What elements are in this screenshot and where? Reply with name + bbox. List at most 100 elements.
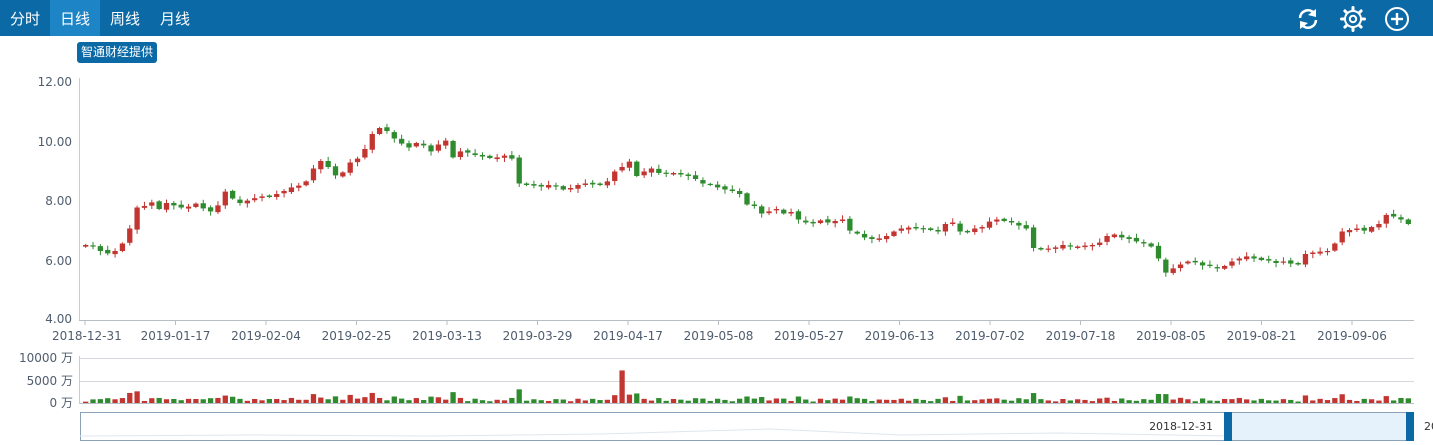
candle-body bbox=[1368, 227, 1375, 232]
volume-bar bbox=[369, 392, 375, 403]
candle-body bbox=[1251, 256, 1257, 259]
candle-body bbox=[1280, 261, 1287, 263]
volume-bar bbox=[428, 396, 434, 403]
volume-bar bbox=[891, 399, 897, 403]
volume-bar bbox=[1155, 393, 1162, 403]
volume-bar bbox=[1376, 400, 1382, 403]
candle-body bbox=[310, 168, 317, 181]
candle-body bbox=[994, 219, 1000, 222]
volume-bar bbox=[200, 399, 206, 403]
volume-bar bbox=[1280, 399, 1287, 403]
candle-body bbox=[1060, 245, 1066, 249]
navigator-left-handle[interactable] bbox=[1224, 412, 1232, 441]
volume-bar bbox=[501, 400, 508, 403]
candle-body bbox=[648, 168, 655, 173]
volume-bar bbox=[656, 398, 662, 403]
volume-bar bbox=[1288, 399, 1294, 403]
volume-bar bbox=[700, 398, 706, 403]
volume-bar bbox=[825, 400, 831, 403]
candle-body bbox=[1023, 225, 1029, 229]
candle-body bbox=[1119, 234, 1125, 238]
volume-bar bbox=[590, 398, 596, 403]
candle-body bbox=[707, 183, 713, 186]
x-tick-label: 2019-07-02 bbox=[955, 329, 1025, 343]
volume-bar bbox=[1199, 398, 1206, 403]
volume-bar bbox=[1008, 400, 1015, 403]
candle-body bbox=[568, 188, 574, 190]
candle-body bbox=[619, 167, 625, 171]
volume-bar bbox=[391, 396, 397, 403]
candle-body bbox=[1236, 258, 1242, 261]
volume-bar bbox=[964, 400, 971, 403]
candle-body bbox=[773, 209, 780, 211]
candle-body bbox=[847, 218, 853, 231]
volume-bar bbox=[1207, 400, 1213, 403]
volume-bar bbox=[207, 398, 214, 403]
candle-body bbox=[443, 140, 449, 146]
volume-y-tick: 5000 万 bbox=[27, 374, 73, 388]
candle-body bbox=[1104, 236, 1110, 242]
volume-bar bbox=[90, 399, 96, 403]
candle-body bbox=[1148, 243, 1154, 247]
volume-bar bbox=[252, 398, 258, 403]
volume-bar bbox=[163, 399, 170, 403]
volume-bar bbox=[759, 397, 765, 403]
volume-bar bbox=[1067, 400, 1073, 403]
candle-body bbox=[369, 134, 375, 150]
volume-bar bbox=[788, 400, 794, 403]
x-tick-label: 2019-09-06 bbox=[1317, 329, 1387, 343]
volume-bar bbox=[876, 399, 882, 403]
candle-body bbox=[450, 140, 456, 158]
candle-body bbox=[883, 236, 890, 240]
volume-bar bbox=[288, 397, 295, 403]
candle-body bbox=[325, 161, 331, 167]
volume-bar bbox=[531, 399, 537, 403]
candle-body bbox=[391, 132, 397, 139]
volume-bar bbox=[707, 400, 713, 403]
candle-body bbox=[288, 187, 295, 193]
candle-body bbox=[626, 161, 633, 168]
candle-body bbox=[347, 162, 353, 173]
candle-body bbox=[83, 245, 89, 247]
volume-bar bbox=[435, 397, 442, 403]
candle-body bbox=[1207, 264, 1213, 266]
candle-body bbox=[457, 151, 464, 158]
navigator-right-handle[interactable] bbox=[1406, 412, 1414, 441]
volume-bar bbox=[1324, 400, 1331, 403]
candle-body bbox=[656, 168, 662, 173]
volume-bar bbox=[516, 389, 522, 403]
candle-body bbox=[604, 181, 611, 186]
candle-body bbox=[1244, 256, 1250, 260]
candle-body bbox=[244, 200, 250, 204]
candle-body bbox=[722, 186, 728, 190]
volume-bar bbox=[839, 399, 846, 403]
volume-bar bbox=[1390, 400, 1397, 403]
candle-body bbox=[1163, 259, 1169, 273]
volume-bar bbox=[957, 395, 963, 403]
volume-bar bbox=[869, 400, 875, 403]
volume-bar bbox=[928, 401, 934, 403]
volume-bar bbox=[1089, 401, 1096, 403]
volume-bar bbox=[523, 400, 530, 403]
volume-bar bbox=[1177, 397, 1184, 403]
volume-bar bbox=[1170, 399, 1176, 403]
volume-bar bbox=[97, 399, 104, 403]
volume-bar bbox=[898, 398, 904, 403]
candle-body bbox=[582, 183, 588, 185]
candle-body bbox=[465, 150, 471, 153]
volume-bar bbox=[1354, 400, 1360, 403]
candle-body bbox=[229, 190, 236, 199]
candle-body bbox=[1089, 245, 1096, 247]
navigator-selection[interactable] bbox=[1232, 413, 1406, 440]
candle-body bbox=[531, 184, 537, 186]
candle-body bbox=[1273, 260, 1279, 263]
volume-bar bbox=[810, 401, 816, 403]
candle-body bbox=[428, 145, 434, 152]
x-tick-label: 2019-08-21 bbox=[1227, 329, 1297, 343]
volume-bar bbox=[450, 392, 456, 403]
candle-body bbox=[759, 206, 765, 214]
volume-bar bbox=[1346, 399, 1353, 403]
candle-body bbox=[744, 193, 750, 205]
candle-body bbox=[406, 143, 412, 148]
candle-body bbox=[509, 155, 515, 159]
